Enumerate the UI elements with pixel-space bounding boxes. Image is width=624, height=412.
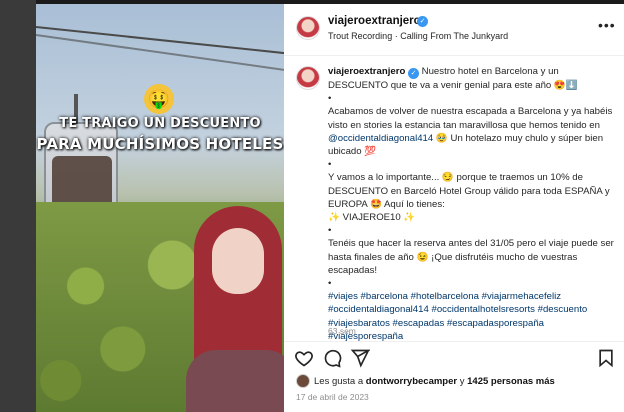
- caption-bullet: •: [328, 159, 332, 171]
- hotel-mention-link[interactable]: @occidentaldiagonal414: [328, 133, 433, 144]
- caption-text: viajeroextranjero ✓ Nuestro hotel en Bar…: [328, 65, 614, 341]
- comment-icon[interactable]: [322, 348, 342, 368]
- hashtags-links[interactable]: #viajes #barcelona #hotelbarcelona #viaj…: [328, 290, 614, 341]
- post-details-panel: viajeroextranjero ✓ Trout Recording · Ca…: [284, 4, 624, 412]
- likes-middle: y: [457, 376, 468, 387]
- more-options-icon[interactable]: •••: [598, 17, 616, 33]
- post-media[interactable]: 🤑 TE TRAIGO UN DESCUENTO PARA MUCHÍSIMOS…: [36, 4, 284, 412]
- music-info[interactable]: Trout Recording · Calling From The Junky…: [328, 31, 508, 41]
- person-image: [186, 200, 284, 412]
- heart-icon[interactable]: [294, 348, 314, 368]
- verified-badge-icon: ✓: [417, 16, 428, 27]
- liker-avatar[interactable]: [296, 374, 310, 388]
- header-username[interactable]: viajeroextranjero: [328, 15, 421, 27]
- caption-paragraph-1: Acabamos de volver de nuestra escapada a…: [328, 106, 613, 131]
- caption-paragraph-3: Tenéis que hacer la reserva antes del 31…: [328, 238, 614, 276]
- verified-badge-icon: ✓: [408, 68, 419, 79]
- likes-summary: Les gusta a dontworrybecamper y 1425 per…: [314, 376, 555, 387]
- post-actions: [284, 342, 624, 374]
- caption-bullet: •: [328, 278, 332, 290]
- person-clothing: [186, 350, 284, 412]
- person-face: [212, 228, 264, 294]
- caption-username[interactable]: viajeroextranjero: [328, 66, 405, 77]
- overlay-text-line-1: TE TRAIGO UN DESCUENTO: [59, 116, 261, 131]
- money-face-emoji: 🤑: [144, 84, 174, 114]
- share-icon[interactable]: [350, 348, 370, 368]
- caption-paragraph-2: Y vamos a lo importante... 😏 porque te t…: [328, 172, 610, 210]
- likes-prefix: Les gusta a: [314, 376, 366, 387]
- bookmark-icon[interactable]: [596, 348, 616, 368]
- modal-backdrop[interactable]: [0, 0, 36, 412]
- caption-avatar[interactable]: [296, 66, 320, 90]
- post-caption: viajeroextranjero ✓ Nuestro hotel en Bar…: [284, 56, 624, 342]
- avatar[interactable]: [296, 16, 320, 40]
- post-header: viajeroextranjero ✓ Trout Recording · Ca…: [284, 4, 624, 56]
- screen: 🤑 TE TRAIGO UN DESCUENTO PARA MUCHÍSIMOS…: [0, 0, 624, 412]
- post-date[interactable]: 17 de abril de 2023: [296, 392, 369, 402]
- discount-code: ✨ VIAJEROE10 ✨: [328, 212, 416, 224]
- liker-username[interactable]: dontworrybecamper: [366, 376, 457, 387]
- caption-time-ago: 63 sem: [328, 326, 356, 336]
- caption-bullet: •: [328, 225, 332, 237]
- likes-count-link[interactable]: 1425 personas más: [467, 376, 555, 387]
- overlay-text-line-2: PARA MUCHÍSIMOS HOTELES: [36, 135, 284, 153]
- caption-bullet: •: [328, 93, 332, 105]
